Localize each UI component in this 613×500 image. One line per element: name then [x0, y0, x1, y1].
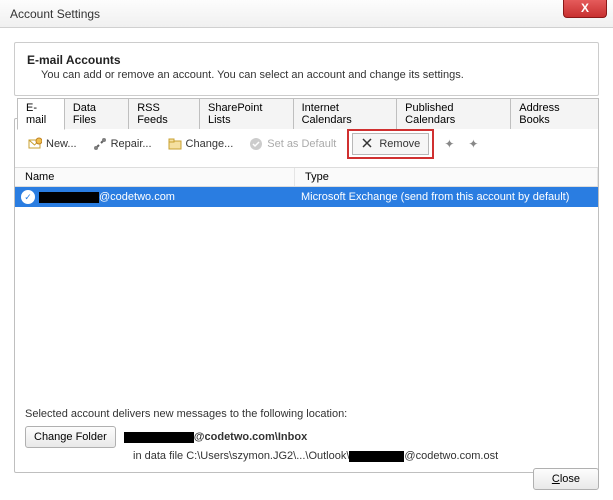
column-header-type[interactable]: Type [295, 168, 598, 186]
remove-label: Remove [379, 138, 420, 150]
tab-address-books[interactable]: Address Books [510, 98, 599, 129]
account-row[interactable]: ✓ @codetwo.com Microsoft Exchange (send … [15, 187, 598, 207]
delivery-folder: @codetwo.com\Inbox [124, 431, 307, 443]
new-button[interactable]: New... [23, 134, 82, 154]
tab-container: E-mail Data Files RSS Feeds SharePoint L… [14, 118, 599, 473]
close-button[interactable]: Close [533, 468, 599, 490]
change-button[interactable]: Change... [163, 134, 239, 154]
default-account-check-icon: ✓ [21, 190, 35, 204]
redacted-text [39, 192, 99, 203]
set-default-button: Set as Default [244, 134, 341, 154]
change-folder-icon [168, 137, 182, 151]
new-label: New... [46, 138, 77, 150]
tab-published-calendars[interactable]: Published Calendars [396, 98, 511, 129]
remove-x-icon [361, 137, 375, 151]
delivery-intro: Selected account delivers new messages t… [25, 408, 588, 420]
remove-highlight-box: Remove [347, 129, 434, 159]
folder-path-suffix: @codetwo.com\Inbox [194, 431, 307, 443]
repair-label: Repair... [111, 138, 152, 150]
account-name-suffix: @codetwo.com [99, 191, 175, 203]
remove-button[interactable]: Remove [352, 133, 429, 155]
tab-data-files[interactable]: Data Files [64, 98, 129, 129]
repair-tools-icon [93, 137, 107, 151]
tab-internet-calendars[interactable]: Internet Calendars [293, 98, 398, 129]
header-subtitle: You can add or remove an account. You ca… [27, 69, 586, 81]
title-bar: Account Settings X [0, 0, 613, 28]
delivery-info: Selected account delivers new messages t… [25, 408, 588, 462]
window-title: Account Settings [8, 7, 100, 21]
tab-sharepoint-lists[interactable]: SharePoint Lists [199, 98, 294, 129]
column-header-name[interactable]: Name [15, 168, 295, 186]
file-path-prefix: in data file C:\Users\szymon.JG2\...\Out… [133, 450, 349, 462]
move-up-icon[interactable]: ✦ [440, 137, 458, 151]
repair-button[interactable]: Repair... [88, 134, 157, 154]
change-label: Change... [186, 138, 234, 150]
account-type: Microsoft Exchange (send from this accou… [295, 188, 598, 206]
close-icon: X [581, 1, 589, 15]
tab-rss-feeds[interactable]: RSS Feeds [128, 98, 200, 129]
set-default-label: Set as Default [267, 138, 336, 150]
file-path-suffix: @codetwo.com.ost [404, 450, 498, 462]
move-down-icon[interactable]: ✦ [464, 137, 482, 151]
change-folder-button[interactable]: Change Folder [25, 426, 116, 448]
header-title: E-mail Accounts [27, 53, 586, 67]
list-header: Name Type [15, 167, 598, 187]
check-circle-icon [249, 137, 263, 151]
delivery-data-file: in data file C:\Users\szymon.JG2\...\Out… [25, 450, 588, 462]
account-list: ✓ @codetwo.com Microsoft Exchange (send … [15, 187, 598, 337]
header-panel: E-mail Accounts You can add or remove an… [14, 42, 599, 96]
window-close-button[interactable]: X [563, 0, 607, 18]
redacted-text [349, 451, 404, 462]
tab-strip: E-mail Data Files RSS Feeds SharePoint L… [17, 98, 598, 129]
tab-email[interactable]: E-mail [17, 98, 65, 130]
dialog-footer: Close [533, 468, 599, 490]
redacted-text [124, 432, 194, 443]
new-mail-icon [28, 137, 42, 151]
